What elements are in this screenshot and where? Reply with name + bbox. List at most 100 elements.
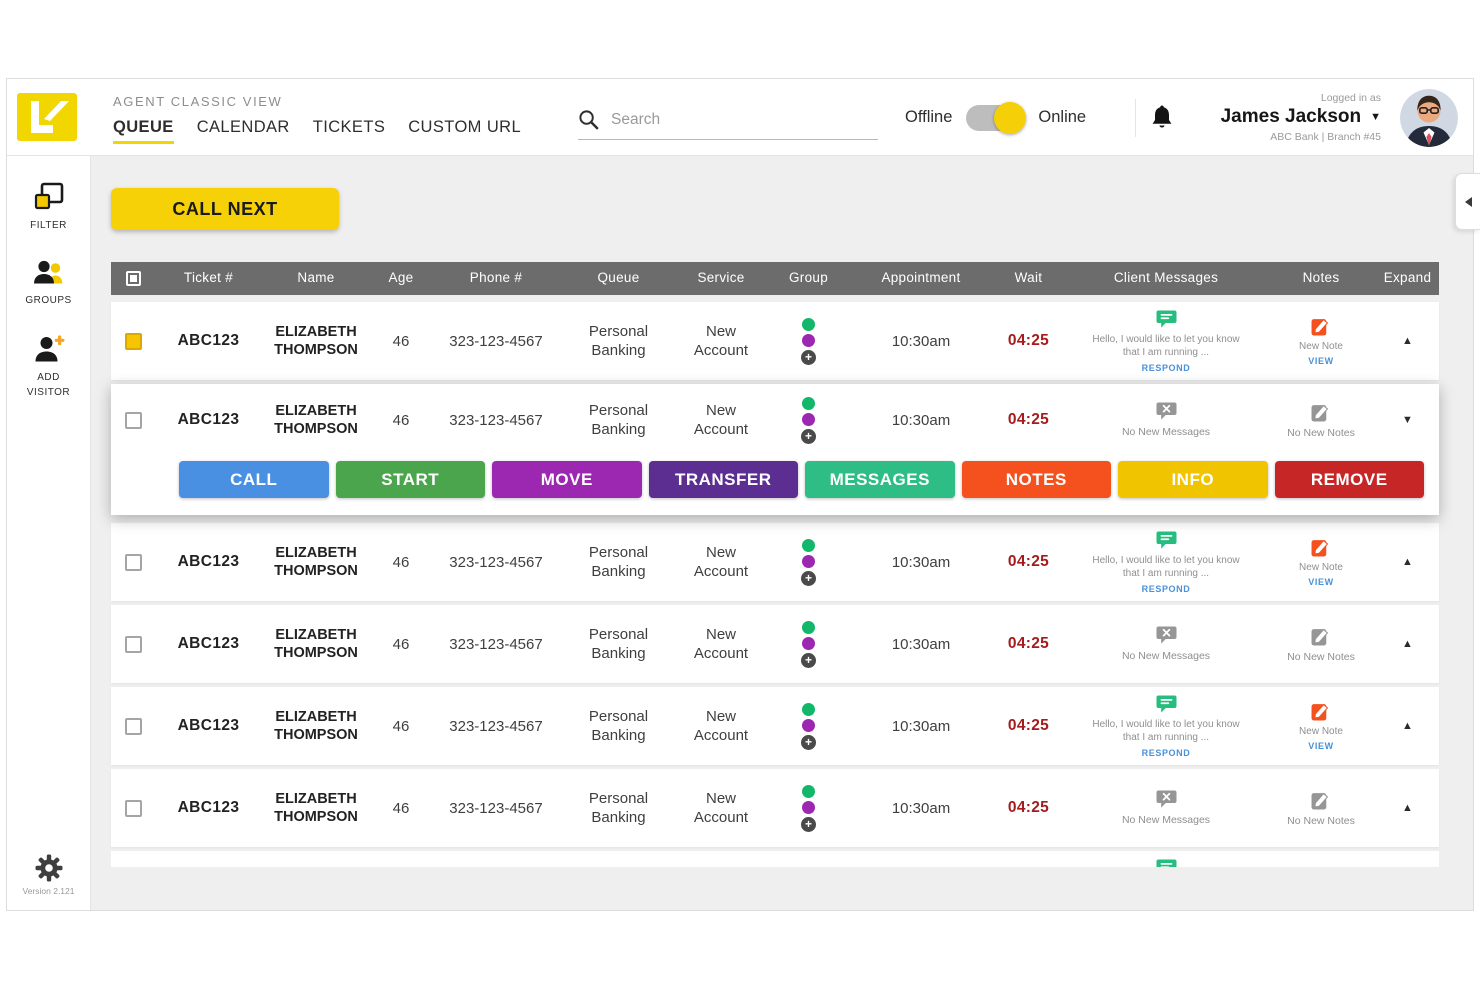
settings-gear-icon[interactable]	[34, 853, 64, 883]
queue-row: ABC123 ELIZABETH THOMPSON 46 323-123-456…	[111, 769, 1439, 847]
panel-collapse-tab[interactable]	[1455, 173, 1480, 230]
visitor-phone: 323-123-4567	[449, 333, 542, 350]
wait-time: 04:25	[1008, 553, 1049, 571]
client-messages-cell: Hello, I would like to let you know that…	[1090, 859, 1242, 868]
client-message: Hello, I would like to let you know that…	[1090, 310, 1242, 373]
visitor-name: ELIZABETH THOMPSON	[261, 626, 371, 662]
expand-toggle[interactable]: ▲	[1402, 335, 1413, 347]
client-message: Hello, I would like to let you know that…	[1090, 695, 1242, 758]
tab-custom-url[interactable]: CUSTOM URL	[408, 118, 521, 144]
search-icon	[578, 109, 599, 130]
add-group-button[interactable]: +	[801, 653, 816, 668]
sidebar-item-groups[interactable]: GROUPS	[25, 259, 71, 308]
note-icon	[1311, 316, 1331, 336]
add-visitor-label: ADD VISITOR	[22, 370, 76, 400]
respond-link[interactable]: RESPOND	[1142, 363, 1191, 373]
add-group-button[interactable]: +	[801, 735, 816, 750]
header-divider	[1135, 99, 1136, 137]
version-label: Version 2.121	[23, 886, 75, 896]
queue-row: ABC123 ELIZABETH THOMPSON 46 323-123-456…	[111, 605, 1439, 683]
add-group-button[interactable]: +	[801, 350, 816, 365]
call-next-button[interactable]: CALL NEXT	[111, 188, 339, 230]
main-content: CALL NEXT Ticket #NameAgePhone #QueueSer…	[91, 156, 1473, 910]
action-info-button[interactable]: INFO	[1118, 461, 1268, 498]
client-messages-cell: No New Messages	[1122, 626, 1210, 662]
row-checkbox[interactable]	[125, 718, 142, 735]
expand-toggle[interactable]: ▲	[1402, 556, 1413, 568]
filter-icon	[33, 182, 65, 212]
no-messages: No New Messages	[1122, 626, 1210, 662]
action-call-button[interactable]: CALL	[179, 461, 329, 498]
group-dot	[802, 867, 815, 868]
brand-nav-block: AGENT CLASSIC VIEW QUEUECALENDARTICKETSC…	[113, 94, 521, 144]
view-note-link[interactable]: VIEW	[1308, 741, 1333, 751]
notes-cell: New Note VIEW New Note	[1245, 701, 1397, 752]
visitor-name: ELIZABETH THOMPSON	[261, 323, 371, 359]
tab-tickets[interactable]: TICKETS	[313, 118, 385, 144]
column-header-client-messages: Client Messages	[1114, 271, 1218, 286]
expand-toggle[interactable]: ▼	[1402, 414, 1413, 426]
view-note-link[interactable]: VIEW	[1308, 356, 1333, 366]
queue-name: Personal Banking	[580, 543, 658, 582]
column-header-ticket: Ticket #	[184, 271, 233, 286]
action-notes-button[interactable]: NOTES	[962, 461, 1112, 498]
notes-cell: No New Notes No New Notes	[1287, 626, 1355, 663]
action-move-button[interactable]: MOVE	[492, 461, 642, 498]
visitor-age: 46	[393, 800, 410, 817]
expand-toggle[interactable]: ▲	[1402, 720, 1413, 732]
row-checkbox[interactable]	[125, 554, 142, 571]
sidebar-item-filter[interactable]: FILTER	[30, 182, 67, 233]
offline-label: Offline	[905, 108, 952, 127]
no-notes: No New Notes	[1287, 402, 1355, 439]
avatar[interactable]	[1400, 89, 1458, 147]
ticket-number: ABC123	[178, 717, 240, 735]
tab-queue[interactable]: QUEUE	[113, 118, 174, 144]
service-name: New Account	[682, 625, 760, 664]
nav-tabs: QUEUE CALENDAR TICKETS CUSTOM URL	[113, 118, 521, 144]
expand-toggle[interactable]: ▲	[1402, 638, 1413, 650]
appointment-time: 10:30am	[892, 800, 950, 817]
ticket-number: ABC123	[178, 635, 240, 653]
groups-icon	[32, 259, 66, 287]
client-messages-cell: Hello, I would like to let you know that…	[1090, 531, 1242, 594]
left-sidebar: FILTER GROUPS ADD VISITOR Version 2.121	[7, 156, 91, 910]
column-header-wait: Wait	[1015, 271, 1043, 286]
add-group-button[interactable]: +	[801, 817, 816, 832]
tab-calendar[interactable]: CALENDAR	[197, 118, 290, 144]
notification-bell-icon[interactable]	[1150, 104, 1174, 136]
online-toggle[interactable]	[966, 105, 1024, 131]
add-group-button[interactable]: +	[801, 429, 816, 444]
notes-cell: New Note VIEW New Note	[1245, 865, 1397, 867]
no-notes-label: No New Notes	[1287, 427, 1355, 439]
message-icon	[1156, 859, 1177, 868]
select-all-checkbox[interactable]	[126, 271, 141, 286]
row-checkbox[interactable]	[125, 636, 142, 653]
client-messages-cell: No New Messages	[1122, 402, 1210, 438]
groups-label: GROUPS	[25, 293, 71, 308]
expand-toggle[interactable]: ▲	[1402, 802, 1413, 814]
add-group-button[interactable]: +	[801, 571, 816, 586]
respond-link[interactable]: RESPOND	[1142, 748, 1191, 758]
group-dot	[802, 334, 815, 347]
top-header: AGENT CLASSIC VIEW QUEUECALENDARTICKETSC…	[7, 79, 1473, 156]
visitor-name: ELIZABETH THOMPSON	[261, 790, 371, 826]
search-bar	[578, 109, 878, 140]
column-header-appointment: Appointment	[881, 271, 960, 286]
action-remove-button[interactable]: REMOVE	[1275, 461, 1425, 498]
action-transfer-button[interactable]: TRANSFER	[649, 461, 799, 498]
row-checkbox[interactable]	[125, 800, 142, 817]
row-checkbox[interactable]	[125, 412, 142, 429]
no-notes-icon	[1311, 790, 1331, 810]
online-label: Online	[1038, 108, 1086, 127]
note-indicator: New Note VIEW	[1245, 701, 1397, 752]
user-menu[interactable]: James Jackson ▼	[1221, 106, 1381, 128]
row-checkbox[interactable]	[125, 333, 142, 350]
sidebar-item-add-visitor[interactable]: ADD VISITOR	[22, 334, 76, 400]
view-note-link[interactable]: VIEW	[1308, 577, 1333, 587]
action-messages-button[interactable]: MESSAGES	[805, 461, 955, 498]
visitor-phone: 323-123-4567	[449, 718, 542, 735]
note-label: New Note	[1245, 725, 1397, 739]
action-start-button[interactable]: START	[336, 461, 486, 498]
search-input[interactable]	[611, 111, 878, 129]
respond-link[interactable]: RESPOND	[1142, 584, 1191, 594]
